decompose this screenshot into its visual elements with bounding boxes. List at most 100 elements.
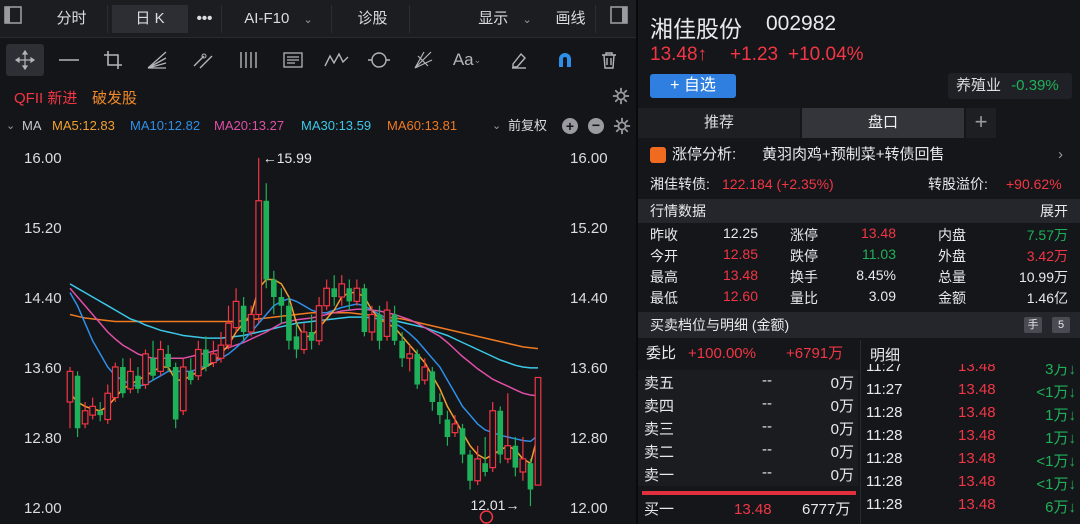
ma-label: MA: [22, 118, 42, 133]
adjust-mode[interactable]: 前复权: [508, 113, 547, 139]
gann-fan-tool-icon[interactable]: [404, 44, 442, 76]
candle-body: [474, 458, 482, 482]
candle-body: [232, 300, 240, 329]
candle-body: [240, 305, 247, 332]
candle-body: [263, 200, 270, 280]
tab-intraday[interactable]: 分时: [36, 5, 108, 33]
candle-body: [353, 287, 361, 302]
trend-channel-tool-icon[interactable]: [184, 44, 222, 76]
expand-button[interactable]: 展开: [1040, 199, 1068, 223]
limit-analysis-label: 涨停分析:: [672, 146, 737, 163]
limit-analysis-row[interactable]: 涨停分析: 黄羽肉鸡+预制菜+转债回售 ›: [638, 141, 1080, 169]
detail-price: 13.48: [958, 427, 996, 444]
candle-body: [383, 309, 391, 337]
industry-badge[interactable]: 养殖业 -0.39%: [948, 73, 1072, 99]
candle-body: [406, 353, 414, 359]
panel-toggle-icon[interactable]: [606, 5, 632, 33]
detail-list[interactable]: 11:27 13.48 3万↓ 11:27 13.48 <1万↓ 11:28 13.48 1万↓…: [862, 364, 1080, 524]
eraser-icon[interactable]: [500, 44, 538, 76]
ma20-value: MA20:13.27: [214, 118, 285, 133]
display-dropdown[interactable]: 显示 ⌄: [464, 5, 546, 33]
chevron-down-icon[interactable]: ⌄: [6, 113, 15, 139]
draw-line-button[interactable]: 画线: [546, 5, 596, 33]
candle-body: [331, 288, 337, 297]
candle-body: [376, 314, 383, 341]
candle-body: [361, 288, 368, 332]
text-tool-icon[interactable]: Aa ⌄: [448, 44, 486, 76]
quote-label: 换手: [790, 269, 818, 285]
candle-body: [482, 463, 488, 472]
depth-level-button[interactable]: 5: [1052, 317, 1070, 333]
candle-body: [437, 402, 443, 416]
quote-label: 内盘: [938, 227, 966, 243]
add-watchlist-button[interactable]: + 自选: [650, 74, 736, 98]
tag-qfii[interactable]: QFII 新进: [14, 87, 77, 108]
trash-icon[interactable]: [590, 44, 628, 76]
candle-body: [89, 405, 97, 416]
text-box-tool-icon[interactable]: [274, 44, 312, 76]
candle-body: [66, 370, 74, 403]
quote-value: 12.60: [722, 288, 758, 304]
candle-body: [293, 336, 300, 350]
candle-body: [271, 279, 277, 297]
candle-body: [157, 348, 164, 372]
tag-pofa[interactable]: 破发股: [92, 87, 137, 108]
cycle-tool-icon[interactable]: [360, 44, 398, 76]
premium-value: +90.62%: [1006, 176, 1062, 192]
quote-pane: 湘佳股份 002982 13.48↑ +1.23 +10.04% + 自选 养殖…: [638, 0, 1080, 524]
candle-body: [135, 375, 141, 389]
candle-body: [368, 313, 376, 333]
magnet-icon[interactable]: [546, 44, 584, 76]
kline-svg: 16.00 16.00 15.20 15.20 14.40 14.40 13.60 13.60…: [24, 150, 608, 524]
tab-recommend[interactable]: 推荐: [638, 108, 800, 138]
zoom-in-icon[interactable]: +: [562, 118, 578, 134]
fan-lines-tool-icon[interactable]: [138, 44, 176, 76]
chevron-down-icon[interactable]: ⌄: [492, 113, 501, 139]
candle-body: [187, 371, 194, 381]
tab-daily-k[interactable]: 日 K: [112, 5, 188, 33]
crosshair-tool-icon[interactable]: [6, 44, 44, 76]
tab-orderbook[interactable]: 盘口: [802, 108, 964, 138]
bond-value: 122.184 (+2.35%): [722, 176, 834, 192]
candle-body: [338, 283, 346, 298]
tab-diagnose[interactable]: 诊股: [336, 5, 410, 33]
orderbook-header: 买卖档位与明细 (金额) 手 5: [638, 312, 1080, 338]
bid-level-1[interactable]: 买一 13.48 6777万: [638, 498, 858, 522]
candle-body: [74, 375, 81, 429]
tab-ai-f10[interactable]: AI-F10 ⌄: [226, 5, 332, 33]
horizontal-line-tool-icon[interactable]: [50, 44, 88, 76]
candle-body: [497, 410, 504, 455]
candle-body: [391, 314, 398, 341]
chevron-down-icon: ⌄: [522, 14, 532, 26]
candle-body: [519, 458, 527, 473]
add-tab-button[interactable]: +: [966, 108, 996, 138]
detail-time: 11:28: [866, 473, 903, 490]
candle-body: [81, 410, 89, 425]
y-tick-label-left: 13.60: [24, 360, 62, 377]
y-tick-label-left: 15.20: [24, 220, 62, 237]
candle-body: [172, 367, 179, 420]
zoom-out-icon[interactable]: −: [588, 118, 604, 134]
vertical-lines-tool-icon[interactable]: [230, 44, 268, 76]
candle-body: [399, 340, 405, 359]
toolbar-left-icon[interactable]: [0, 5, 26, 33]
kline-chart[interactable]: 16.00 16.00 15.20 15.20 14.40 14.40 13.60 13.60…: [0, 140, 636, 524]
more-tabs-button[interactable]: •••: [188, 5, 222, 33]
quote-label: 昨收: [650, 227, 678, 243]
up-arrow-icon: ↑: [697, 44, 708, 65]
industry-pct: -0.39%: [1011, 77, 1059, 94]
quote-label: 涨停: [790, 227, 818, 243]
wave-tool-icon[interactable]: [318, 44, 356, 76]
y-tick-label-right: 16.00: [570, 150, 608, 167]
candle-body: [247, 313, 255, 333]
hand-unit-button[interactable]: 手: [1024, 317, 1042, 333]
low-annotation: 12.01→: [470, 497, 519, 513]
crop-tool-icon[interactable]: [94, 44, 132, 76]
y-tick-label-left: 16.00: [24, 150, 62, 167]
detail-price: 13.48: [958, 496, 996, 513]
bid-level-label: 买一: [644, 501, 675, 518]
ma10-line: [69, 292, 539, 443]
gear-icon[interactable]: [612, 87, 630, 110]
quote-value: 7.57万: [1026, 227, 1068, 243]
convertible-bond-row[interactable]: 湘佳转债: 122.184 (+2.35%) 转股溢价: +90.62%: [638, 171, 1080, 197]
